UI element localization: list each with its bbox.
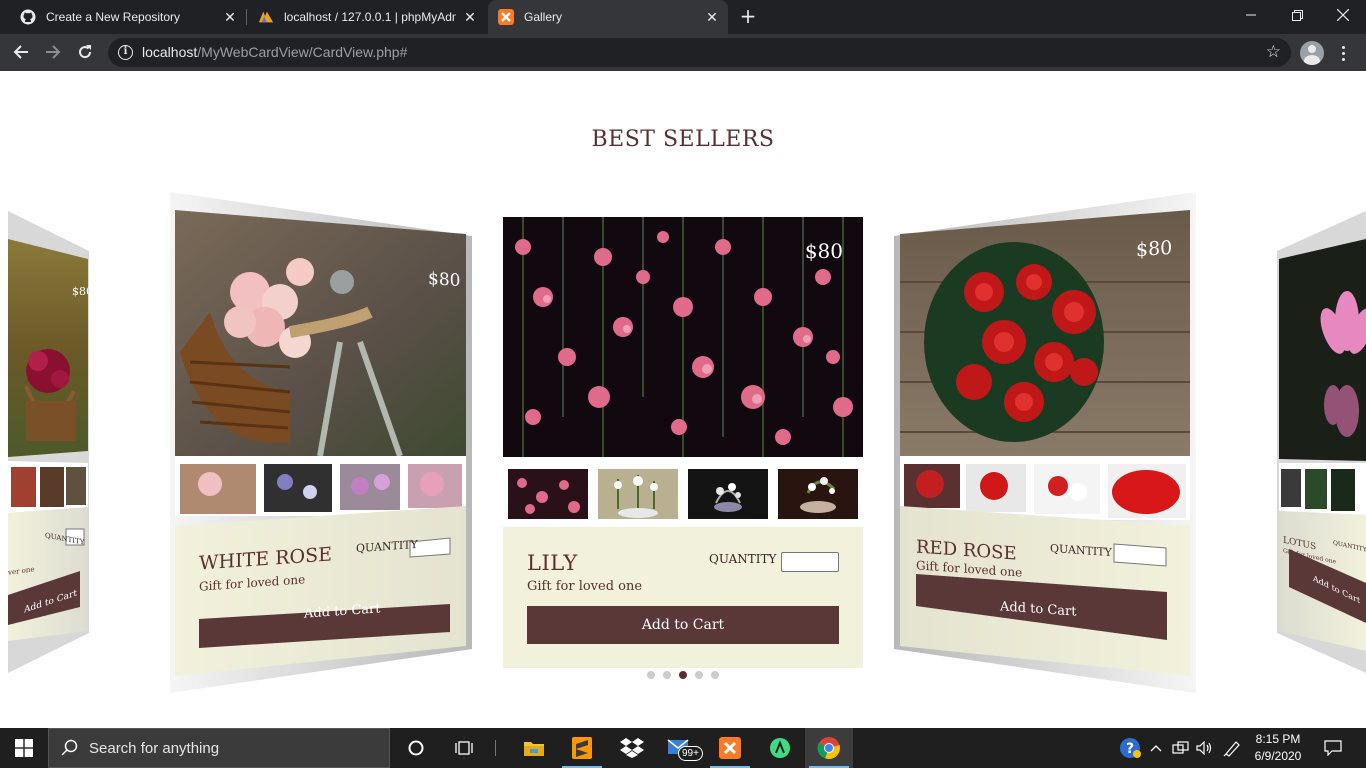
carousel-dot[interactable] xyxy=(663,671,671,679)
tab-phpmyadmin[interactable]: localhost / 127.0.0.1 | phpMyAdmin ✕ xyxy=(248,0,486,34)
clock-date: 6/9/2020 xyxy=(1254,749,1302,763)
carousel-dot[interactable] xyxy=(647,671,655,679)
browser-toolbar: i localhost/MyWebCardView/CardView.php# … xyxy=(0,34,1366,71)
card-price: $80 xyxy=(1136,236,1173,262)
address-bar[interactable]: i localhost/MyWebCardView/CardView.php# … xyxy=(108,38,1291,67)
android-studio-icon[interactable] xyxy=(756,728,804,768)
tab-separator xyxy=(246,9,247,25)
card-subtitle: Gift for loved one xyxy=(527,579,643,594)
svg-text:?: ? xyxy=(1126,741,1134,757)
forward-button[interactable] xyxy=(40,39,66,65)
thumbnail-4[interactable] xyxy=(778,469,858,519)
back-arrow-icon xyxy=(13,45,28,59)
reload-button[interactable] xyxy=(72,39,98,65)
card-product-name: LILY xyxy=(527,551,578,575)
taskbar-search-box[interactable]: Search for anything xyxy=(48,728,390,768)
pen-ink-icon[interactable] xyxy=(1220,728,1244,768)
card-price: $80 xyxy=(428,268,461,292)
help-icon[interactable]: ? xyxy=(1116,728,1144,768)
restore-window-button[interactable] xyxy=(1274,0,1320,30)
bookmark-star-icon[interactable]: ☆ xyxy=(1266,42,1281,62)
carousel-pagination xyxy=(647,671,719,679)
card-far-left: $80 QUANTITY ver one Add to Cart xyxy=(8,211,93,673)
quantity-label: QUANTITY xyxy=(709,552,777,566)
mail-icon[interactable]: 99+ xyxy=(656,728,704,768)
github-icon xyxy=(20,9,36,25)
mail-badge: 99+ xyxy=(678,746,703,761)
show-hidden-icons-chevron-icon[interactable] xyxy=(1146,728,1166,768)
thumbnail-1[interactable] xyxy=(508,469,588,519)
chrome-taskbar-icon[interactable] xyxy=(805,728,853,768)
close-tab-icon[interactable]: ✕ xyxy=(222,9,238,25)
windows-start-button[interactable] xyxy=(0,728,48,768)
notifications-icon[interactable] xyxy=(1318,728,1348,768)
thumbnail-2[interactable] xyxy=(598,469,678,519)
volume-icon[interactable] xyxy=(1194,728,1216,768)
add-to-cart-button[interactable]: Add to Cart xyxy=(527,606,839,644)
url-text: localhost/MyWebCardView/CardView.php# xyxy=(142,44,408,60)
clock-time: 8:15 PM xyxy=(1255,732,1301,746)
site-info-icon[interactable]: i xyxy=(118,45,133,60)
tab-gallery[interactable]: Gallery ✕ xyxy=(488,0,728,34)
dropbox-icon[interactable] xyxy=(608,728,656,768)
close-tab-icon[interactable]: ✕ xyxy=(704,9,720,25)
sublime-text-icon[interactable] xyxy=(558,728,606,768)
reload-icon xyxy=(79,45,92,59)
xampp-taskbar-icon[interactable] xyxy=(706,728,754,768)
tab-title: localhost / 127.0.0.1 | phpMyAdmin xyxy=(284,10,456,24)
close-window-button[interactable] xyxy=(1320,0,1366,30)
carousel-dot[interactable] xyxy=(695,671,703,679)
carousel-dot-active[interactable] xyxy=(679,671,687,679)
xampp-icon xyxy=(498,9,514,25)
close-tab-icon[interactable]: ✕ xyxy=(462,9,478,25)
task-view-icon[interactable] xyxy=(440,728,488,768)
carousel-dot[interactable] xyxy=(711,671,719,679)
new-tab-button[interactable]: + xyxy=(738,6,758,26)
windows-logo-icon xyxy=(15,739,33,757)
card-lotus: LOTUS Gift for loved one QUANTITY Add to… xyxy=(1277,211,1366,673)
thumbnail-strip xyxy=(503,457,863,527)
tab-title: Create a New Repository xyxy=(46,10,181,24)
quantity-input[interactable] xyxy=(781,552,839,572)
phpmyadmin-icon xyxy=(258,9,274,25)
profile-avatar[interactable] xyxy=(1300,41,1324,65)
tab-title: Gallery xyxy=(524,10,563,24)
page-title: BEST SELLERS xyxy=(591,127,775,152)
file-explorer-icon[interactable] xyxy=(510,728,558,768)
taskbar-divider xyxy=(495,740,496,756)
card-white-rose: $80 WHITE ROSE Gift for loved one QUANTI… xyxy=(170,192,472,693)
card-red-rose: $80 RED ROSE Gift for loved one QUANTITY… xyxy=(894,192,1196,693)
forward-arrow-icon xyxy=(46,45,61,59)
thumbnail-3[interactable] xyxy=(688,469,768,519)
card-lily: $80 LILY Gift for loved one QUANTITY Add… xyxy=(503,217,863,668)
back-button[interactable] xyxy=(8,39,34,65)
gallery-page: BEST SELLERS $80 QUANTITY ver one Add to… xyxy=(0,71,1366,728)
windows-taskbar: Search for anything 99+ ? 8:15 PM 6/9/20… xyxy=(0,728,1366,768)
browser-menu-icon[interactable] xyxy=(1336,41,1350,65)
search-icon xyxy=(61,739,78,756)
minimize-window-button[interactable] xyxy=(1228,0,1274,30)
network-icon[interactable] xyxy=(1170,728,1192,768)
tab-github[interactable]: Create a New Repository ✕ xyxy=(10,0,246,34)
search-placeholder: Search for anything xyxy=(89,740,220,757)
card-price: $80 xyxy=(72,285,93,298)
card-price: $80 xyxy=(804,239,843,263)
cortana-icon[interactable] xyxy=(392,728,440,768)
browser-tab-strip: Create a New Repository ✕ localhost / 12… xyxy=(0,0,1366,34)
system-clock[interactable]: 8:15 PM 6/9/2020 xyxy=(1248,731,1308,765)
